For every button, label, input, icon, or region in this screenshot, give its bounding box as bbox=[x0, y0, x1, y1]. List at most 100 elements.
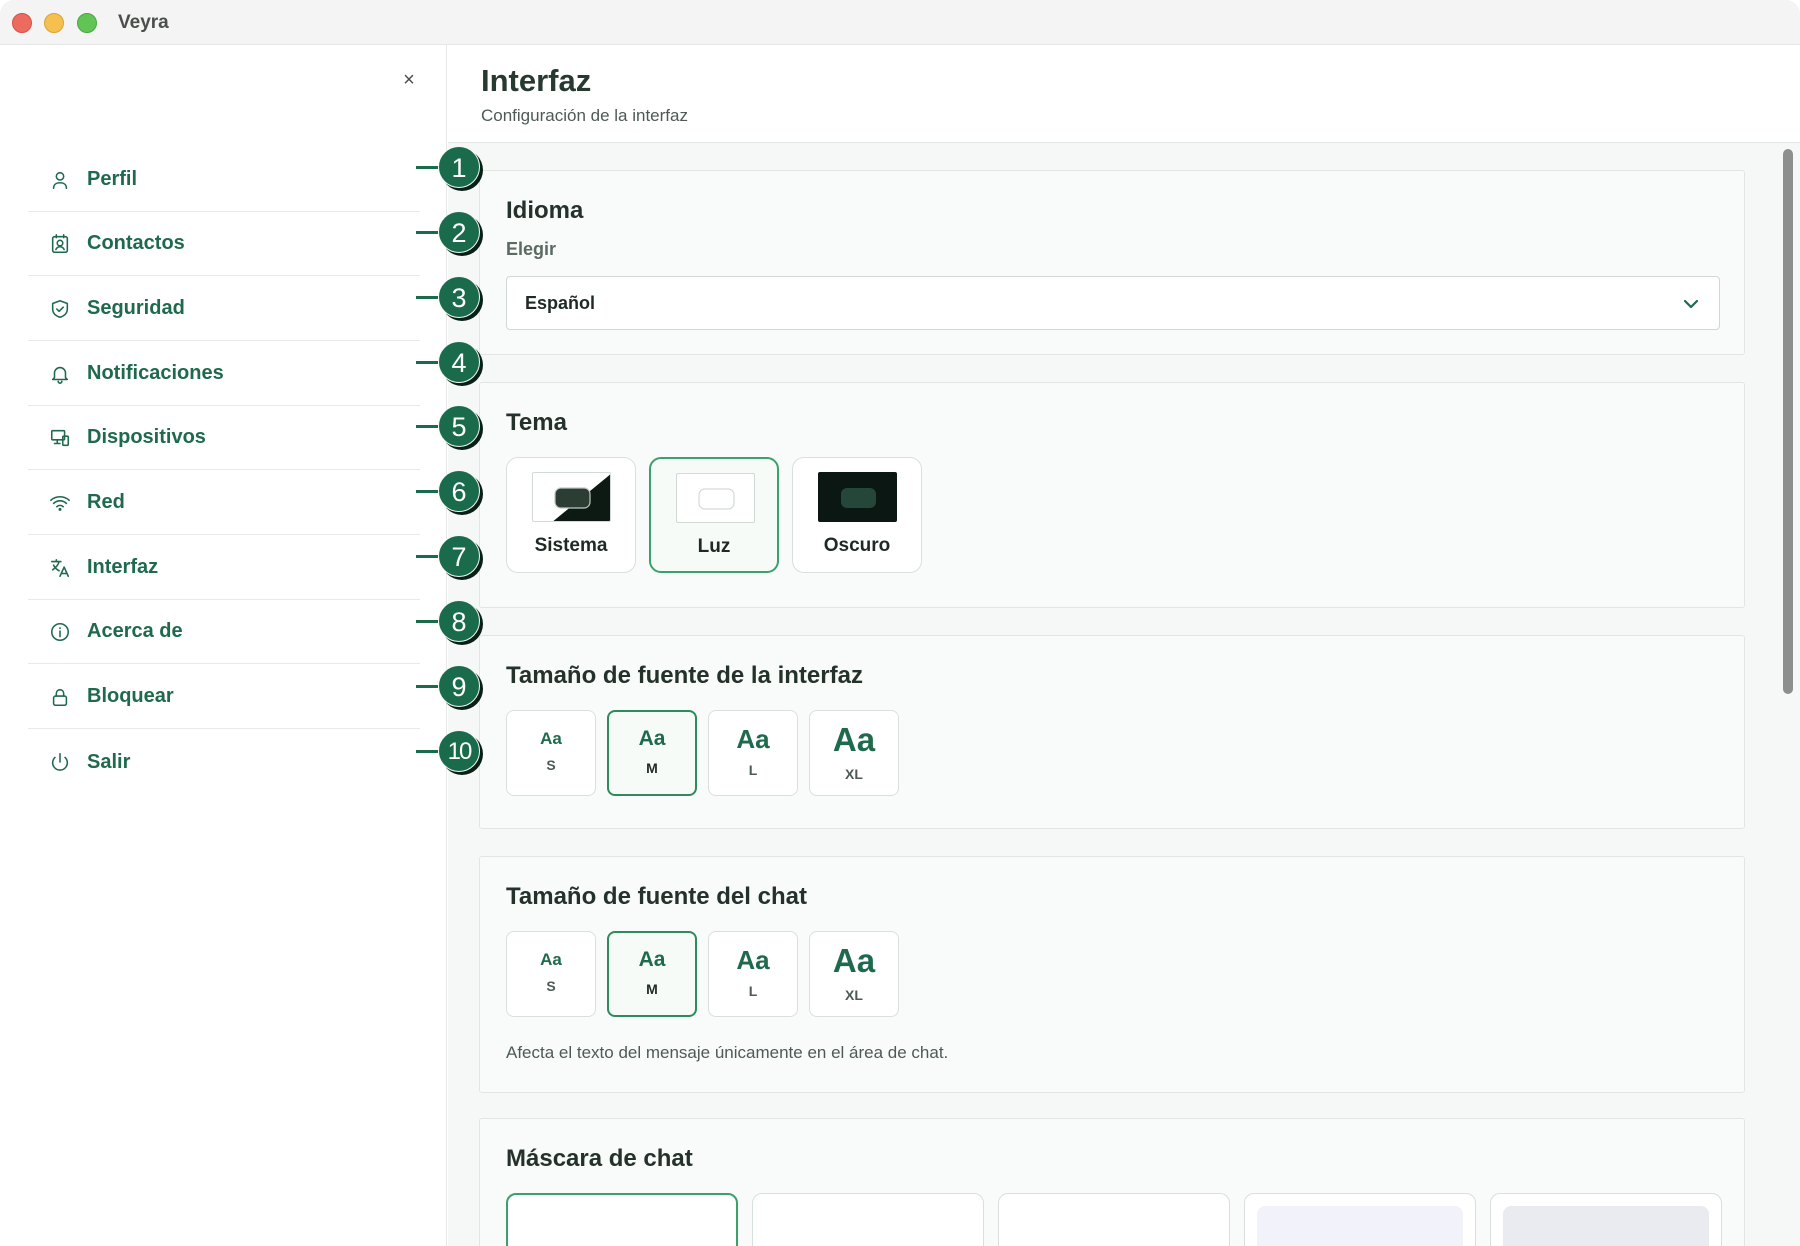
font-sample: Aa bbox=[832, 942, 876, 979]
zoom-window-button[interactable] bbox=[77, 13, 97, 33]
font-sample: Aa bbox=[540, 950, 562, 969]
callout-connector bbox=[416, 490, 438, 493]
sidebar-item-label: Interfaz bbox=[87, 556, 159, 578]
sidebar-item-contactos[interactable]: Contactos bbox=[28, 212, 420, 276]
scrollbar[interactable] bbox=[1780, 143, 1796, 1246]
translate-icon bbox=[48, 556, 72, 580]
theme-option-sistema[interactable]: Sistema bbox=[506, 457, 636, 573]
language-title: Idioma bbox=[506, 197, 584, 224]
theme-option-label: Luz bbox=[697, 536, 731, 557]
callout-badge: 10 bbox=[438, 730, 480, 772]
ui-font-size-m[interactable]: Aa M bbox=[607, 710, 697, 796]
scrollbar-thumb[interactable] bbox=[1783, 149, 1793, 694]
ui-font-size-xl[interactable]: Aa XL bbox=[809, 710, 899, 796]
sidebar-item-perfil[interactable]: Perfil bbox=[28, 148, 420, 212]
lock-icon bbox=[48, 685, 72, 709]
chat-mask-option-1[interactable] bbox=[506, 1193, 738, 1246]
chat-mask-option-2[interactable] bbox=[752, 1193, 984, 1246]
theme-option-luz[interactable]: Luz bbox=[649, 457, 779, 573]
ui-font-size-card: Tamaño de fuente de la interfaz Aa S Aa … bbox=[479, 635, 1745, 829]
font-sample: Aa bbox=[540, 729, 562, 748]
callout-badge: 3 bbox=[438, 276, 480, 318]
mask-preview bbox=[1503, 1206, 1709, 1246]
info-icon bbox=[48, 620, 72, 644]
font-sample: Aa bbox=[736, 945, 770, 975]
sidebar-item-dispositivos[interactable]: Dispositivos bbox=[28, 406, 420, 470]
mask-preview bbox=[1257, 1206, 1463, 1246]
callout-connector bbox=[416, 231, 438, 234]
light-theme-preview bbox=[676, 473, 755, 523]
callout-connector bbox=[416, 750, 438, 753]
chat-font-size-note: Afecta el texto del mensaje únicamente e… bbox=[506, 1043, 949, 1062]
window-title: Veyra bbox=[118, 12, 169, 33]
theme-title: Tema bbox=[506, 409, 567, 436]
title-bar: Veyra bbox=[0, 0, 1800, 45]
font-size-label: XL bbox=[845, 766, 863, 782]
chat-mask-option-3[interactable] bbox=[998, 1193, 1230, 1246]
main-header: Interfaz Configuración de la interfaz bbox=[448, 45, 1800, 143]
chat-mask-option-5[interactable] bbox=[1490, 1193, 1722, 1246]
sidebar-item-acerca-de[interactable]: Acerca de bbox=[28, 600, 420, 664]
sidebar-item-label: Red bbox=[87, 491, 125, 513]
chat-font-size-s[interactable]: Aa S bbox=[506, 931, 596, 1017]
callout-badge: 6 bbox=[438, 470, 480, 512]
sidebar-item-label: Perfil bbox=[87, 168, 138, 190]
theme-option-label: Oscuro bbox=[823, 535, 891, 556]
font-sample: Aa bbox=[638, 727, 666, 750]
shield-icon bbox=[48, 297, 72, 321]
chat-font-size-l[interactable]: Aa L bbox=[708, 931, 798, 1017]
font-size-label: L bbox=[748, 983, 758, 999]
chat-font-size-xl[interactable]: Aa XL bbox=[809, 931, 899, 1017]
settings-content: Idioma Elegir Español Tema Sistema Luz O… bbox=[448, 143, 1800, 1246]
callout-badge: 9 bbox=[438, 665, 480, 707]
chevron-down-icon bbox=[1679, 292, 1703, 316]
language-select-value: Español bbox=[525, 293, 596, 313]
wifi-icon bbox=[48, 491, 72, 515]
chat-font-size-card: Tamaño de fuente del chat Aa S Aa M Aa L… bbox=[479, 856, 1745, 1093]
sidebar-item-label: Dispositivos bbox=[87, 426, 206, 448]
font-size-label: M bbox=[646, 760, 658, 776]
close-sidebar-button[interactable]: × bbox=[396, 67, 422, 93]
sidebar-item-label: Salir bbox=[87, 750, 131, 773]
font-size-label: M bbox=[646, 981, 658, 997]
theme-option-oscuro[interactable]: Oscuro bbox=[792, 457, 922, 573]
callout-badge: 4 bbox=[438, 341, 480, 383]
font-size-label: L bbox=[748, 762, 758, 778]
dark-theme-preview bbox=[818, 472, 897, 522]
callout-connector bbox=[416, 296, 438, 299]
page-subtitle: Configuración de la interfaz bbox=[481, 106, 688, 125]
theme-card: Tema Sistema Luz Oscuro bbox=[479, 382, 1745, 608]
theme-option-label: Sistema bbox=[534, 535, 608, 556]
callout-badge: 5 bbox=[438, 405, 480, 447]
sidebar-item-seguridad[interactable]: Seguridad bbox=[28, 277, 420, 341]
sidebar-item-salir[interactable]: Salir bbox=[28, 730, 420, 794]
font-sample: Aa bbox=[832, 721, 876, 758]
ui-font-size-s[interactable]: Aa S bbox=[506, 710, 596, 796]
chat-mask-title: Máscara de chat bbox=[506, 1145, 693, 1172]
sidebar-item-interfaz[interactable]: Interfaz bbox=[28, 536, 420, 600]
sidebar-item-label: Contactos bbox=[87, 232, 185, 254]
chat-mask-option-4[interactable] bbox=[1244, 1193, 1476, 1246]
sidebar-item-bloquear[interactable]: Bloquear bbox=[28, 665, 420, 729]
sidebar-item-red[interactable]: Red bbox=[28, 471, 420, 535]
close-window-button[interactable] bbox=[12, 13, 32, 33]
page-title: Interfaz bbox=[481, 63, 592, 98]
minimize-window-button[interactable] bbox=[44, 13, 64, 33]
callout-badge: 2 bbox=[438, 211, 480, 253]
language-label: Elegir bbox=[506, 239, 557, 259]
callout-connector bbox=[416, 620, 438, 623]
font-sample: Aa bbox=[736, 724, 770, 754]
sidebar-item-label: Bloquear bbox=[87, 685, 174, 707]
devices-icon bbox=[48, 426, 72, 450]
callout-badge: 1 bbox=[438, 146, 480, 188]
ui-font-size-title: Tamaño de fuente de la interfaz bbox=[506, 662, 863, 689]
language-select[interactable]: Español bbox=[506, 276, 1720, 330]
power-icon bbox=[48, 750, 72, 774]
callout-connector bbox=[416, 685, 438, 688]
sidebar-item-notificaciones[interactable]: Notificaciones bbox=[28, 342, 420, 406]
system-theme-preview bbox=[532, 472, 611, 522]
chat-font-size-title: Tamaño de fuente del chat bbox=[506, 883, 807, 910]
chat-font-size-m[interactable]: Aa M bbox=[607, 931, 697, 1017]
language-card: Idioma Elegir Español bbox=[479, 170, 1745, 355]
ui-font-size-l[interactable]: Aa L bbox=[708, 710, 798, 796]
